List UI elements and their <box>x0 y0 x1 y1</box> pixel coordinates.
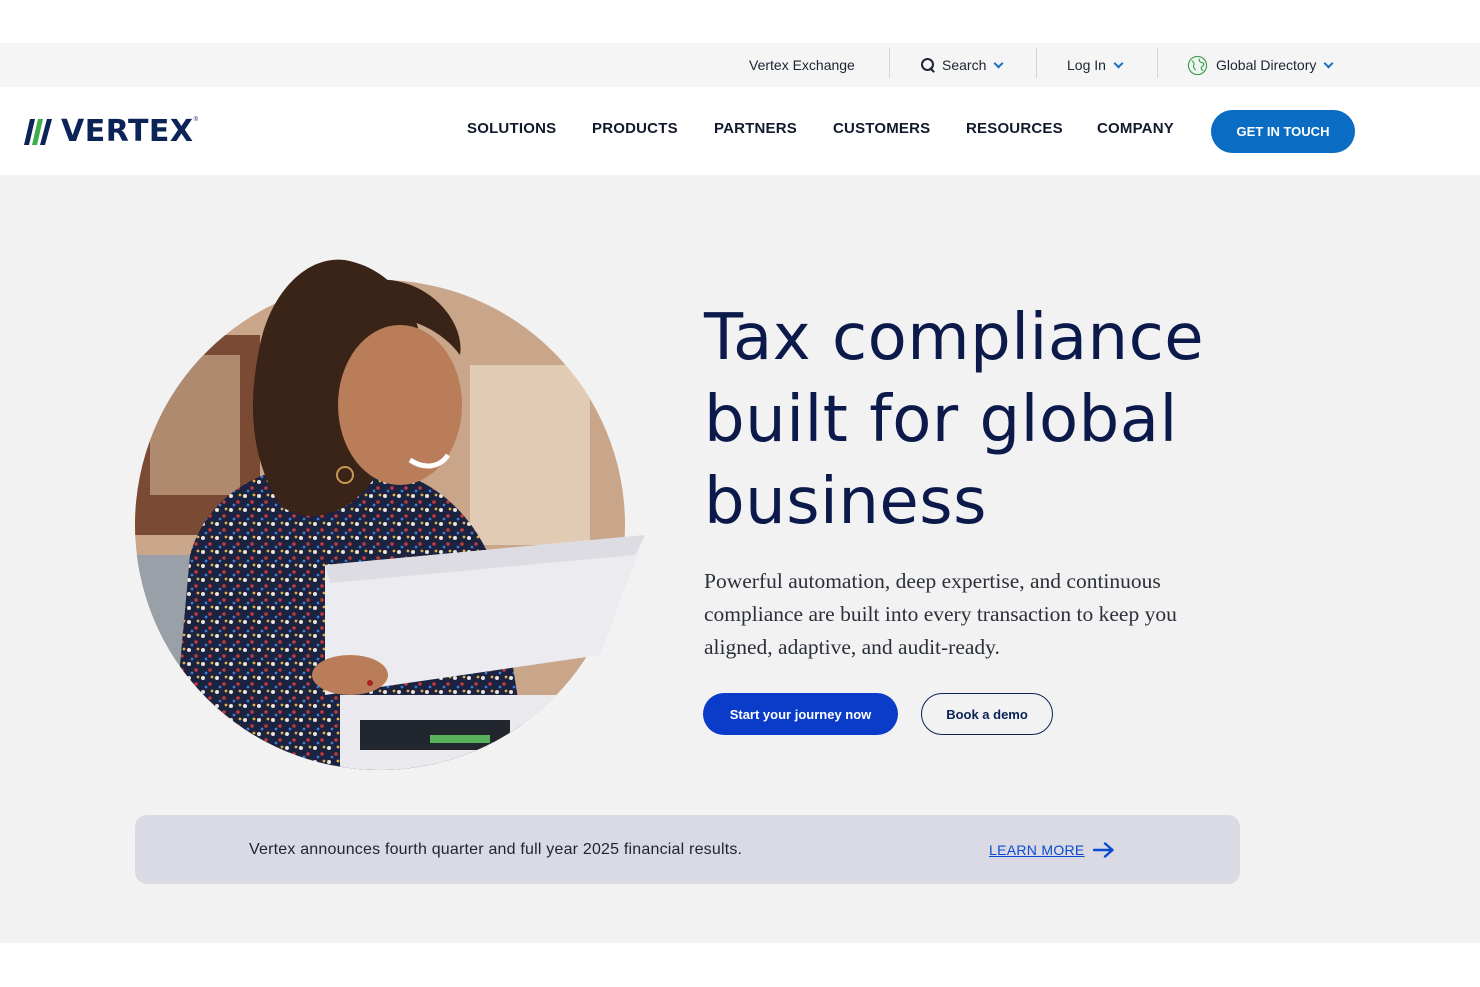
global-directory-label: Global Directory <box>1216 57 1317 73</box>
start-journey-button[interactable]: Start your journey now <box>703 693 898 735</box>
chevron-down-icon <box>993 58 1004 68</box>
chevron-down-icon <box>1113 58 1124 68</box>
nav-resources[interactable]: RESOURCES <box>966 87 1063 175</box>
utility-divider <box>889 48 890 78</box>
utility-bar: Vertex Exchange Search Log In Global Dir… <box>0 43 1480 87</box>
book-demo-button[interactable]: Book a demo <box>921 693 1053 735</box>
learn-more-label: LEARN MORE <box>989 841 1085 858</box>
announcement-banner: Vertex announces fourth quarter and full… <box>135 815 1240 884</box>
vertex-exchange-label: Vertex Exchange <box>749 57 855 73</box>
nav-partners[interactable]: PARTNERS <box>714 87 797 175</box>
login-label: Log In <box>1067 57 1106 73</box>
utility-divider <box>1036 48 1037 78</box>
search-icon <box>921 57 936 73</box>
hero-headline-line: built for global <box>704 383 1178 457</box>
vertex-exchange-link[interactable]: Vertex Exchange <box>749 43 855 87</box>
vertex-logo-mark-icon <box>24 119 52 145</box>
learn-more-link[interactable]: LEARN MORE <box>989 815 1115 884</box>
announcement-text: Vertex announces fourth quarter and full… <box>249 841 743 858</box>
nav-products[interactable]: PRODUCTS <box>592 87 678 175</box>
search-label: Search <box>942 57 987 73</box>
search-dropdown[interactable]: Search <box>921 43 1004 87</box>
hero-headline: Tax compliance built for global business <box>704 297 1304 543</box>
vertex-logo[interactable]: VERTEX ® <box>22 113 198 149</box>
hero-headline-line: Tax compliance <box>704 301 1205 375</box>
hero-section: Tax compliance built for global business… <box>0 175 1480 943</box>
globe-icon <box>1187 55 1208 75</box>
arrow-right-icon <box>1092 841 1114 858</box>
logo-wordmark: VERTEX <box>61 113 194 149</box>
main-navigation: VERTEX ® SOLUTIONS PRODUCTS PARTNERS CUS… <box>0 87 1480 175</box>
get-in-touch-button[interactable]: GET IN TOUCH <box>1211 110 1355 153</box>
login-dropdown[interactable]: Log In <box>1067 43 1124 87</box>
person-reviewing-document-photo <box>135 259 645 770</box>
hero-description: Powerful automation, deep expertise, and… <box>704 569 1177 659</box>
global-directory-dropdown[interactable]: Global Directory <box>1187 43 1334 87</box>
nav-company[interactable]: COMPANY <box>1097 87 1174 175</box>
utility-divider <box>1157 48 1158 78</box>
nav-customers[interactable]: CUSTOMERS <box>833 87 930 175</box>
hero-headline-line: business <box>704 465 987 539</box>
logo-trademark: ® <box>193 117 198 123</box>
chevron-down-icon <box>1323 58 1334 68</box>
nav-solutions[interactable]: SOLUTIONS <box>467 87 556 175</box>
